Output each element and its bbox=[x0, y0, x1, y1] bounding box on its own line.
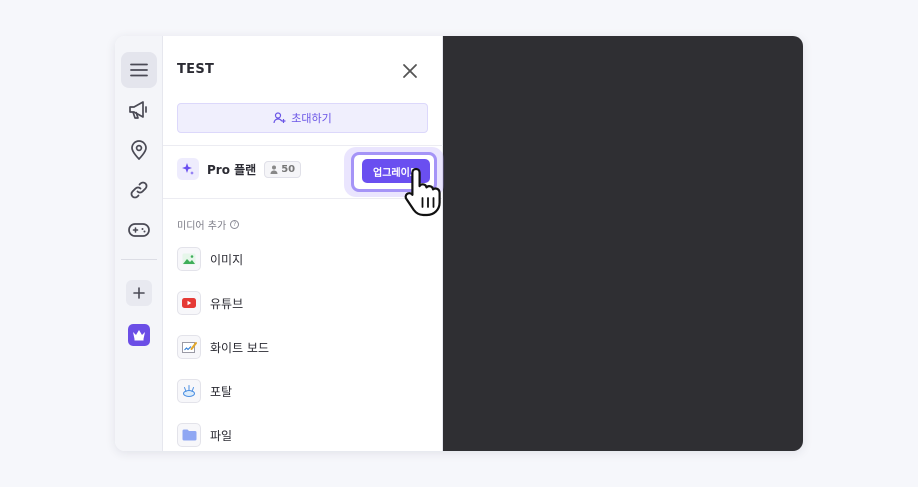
gamepad-icon bbox=[128, 223, 150, 237]
media-item-label: 파일 bbox=[210, 428, 233, 443]
divider bbox=[163, 198, 443, 199]
plus-icon bbox=[133, 287, 145, 299]
plan-row: Pro 플랜 50 bbox=[177, 158, 302, 180]
youtube-icon bbox=[177, 291, 201, 315]
plan-label: Pro 플랜 bbox=[207, 162, 257, 177]
announcement-button[interactable] bbox=[121, 92, 157, 128]
canvas-area[interactable] bbox=[443, 36, 803, 451]
add-user-icon bbox=[273, 112, 286, 124]
user-icon bbox=[270, 165, 278, 174]
panel-title: TEST bbox=[177, 62, 215, 77]
media-item-youtube[interactable]: 유튜브 bbox=[177, 291, 243, 315]
media-item-label: 화이트 보드 bbox=[210, 340, 270, 355]
app-window: TEST 초대하기 Pro 플랜 50 업그레이드 미디어 추가 ? 이미지 유… bbox=[115, 36, 803, 451]
premium-button[interactable] bbox=[128, 324, 150, 346]
media-item-whiteboard[interactable]: 화이트 보드 bbox=[177, 335, 269, 359]
rail-divider bbox=[121, 259, 157, 260]
help-icon[interactable]: ? bbox=[230, 220, 240, 229]
media-item-label: 포탈 bbox=[210, 384, 233, 399]
media-section-label: 미디어 추가 ? bbox=[177, 217, 240, 232]
close-button[interactable] bbox=[399, 60, 421, 82]
location-button[interactable] bbox=[121, 132, 157, 168]
menu-icon bbox=[130, 63, 148, 77]
media-item-file[interactable]: 파일 bbox=[177, 423, 232, 447]
hand-pointer-cursor-icon bbox=[404, 167, 441, 217]
divider bbox=[163, 145, 443, 146]
menu-button[interactable] bbox=[121, 52, 157, 88]
media-item-label: 유튜브 bbox=[210, 296, 244, 311]
media-item-label: 이미지 bbox=[210, 252, 244, 267]
link-icon bbox=[130, 181, 148, 199]
image-icon bbox=[177, 247, 201, 271]
link-button[interactable] bbox=[121, 172, 157, 208]
invite-button[interactable]: 초대하기 bbox=[177, 103, 428, 133]
megaphone-icon bbox=[129, 101, 147, 119]
crown-icon bbox=[133, 330, 145, 341]
folder-icon bbox=[177, 423, 201, 447]
add-button[interactable] bbox=[126, 280, 152, 306]
game-button[interactable] bbox=[121, 212, 157, 248]
media-section-title: 미디어 추가 bbox=[177, 221, 227, 232]
invite-label: 초대하기 bbox=[291, 112, 332, 125]
member-count-badge: 50 bbox=[264, 160, 302, 178]
media-item-portal[interactable]: 포탈 bbox=[177, 379, 232, 403]
portal-icon bbox=[177, 379, 201, 403]
member-count: 50 bbox=[281, 163, 296, 175]
media-item-image[interactable]: 이미지 bbox=[177, 247, 243, 271]
whiteboard-icon bbox=[177, 335, 201, 359]
sparkle-icon bbox=[177, 158, 199, 180]
location-pin-icon bbox=[131, 140, 147, 160]
left-rail bbox=[115, 36, 163, 451]
side-panel: TEST 초대하기 Pro 플랜 50 업그레이드 미디어 추가 ? 이미지 유… bbox=[163, 36, 444, 451]
close-icon bbox=[403, 64, 417, 78]
